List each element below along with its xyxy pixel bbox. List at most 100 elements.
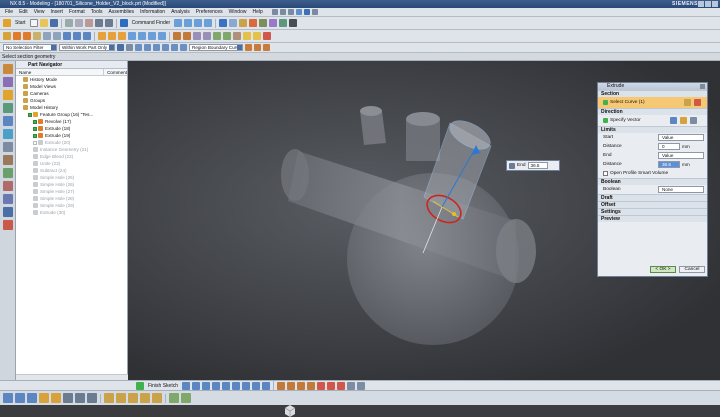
view-front-icon[interactable] [3,393,13,403]
tree-row[interactable]: Groups [16,97,127,104]
reverse-direction-icon[interactable] [690,117,697,124]
constraint-navigator-icon[interactable] [3,77,13,87]
snap-quadrant-icon[interactable] [162,44,169,51]
plane-constructor-icon[interactable] [140,393,150,403]
menu-window[interactable]: Window [226,9,250,15]
spreadsheet-icon[interactable] [181,393,191,403]
end-type-select[interactable]: Value [658,152,704,159]
shell-icon[interactable] [148,32,156,40]
top-tube-small[interactable] [360,111,386,145]
mirror-curve-icon[interactable] [297,381,306,390]
minimize-icon[interactable] [698,1,704,7]
start-distance-input[interactable]: 0 [658,143,680,150]
background-icon[interactable] [289,19,298,27]
tree-row[interactable]: Model History [16,104,127,111]
drag-handle[interactable] [452,212,456,216]
command-finder-button[interactable]: Command Finder [130,20,173,26]
extrude-icon[interactable] [13,32,21,40]
tree-row[interactable]: Simple Hole (28) [16,195,127,202]
ok-button[interactable]: < OK > [650,266,676,273]
vector-constructor-icon[interactable] [128,393,138,403]
revolve-icon[interactable] [23,32,31,40]
rectangle-icon[interactable] [232,381,241,390]
render-icon[interactable] [295,9,302,15]
follow-fillet-icon[interactable] [254,44,261,51]
finish-sketch-button[interactable]: Finish Sketch [146,383,180,389]
hole-icon[interactable] [43,32,51,40]
tree-row[interactable]: Simple Hole (25) [16,174,127,181]
trim-body-icon[interactable] [193,32,201,40]
menu-edit[interactable]: Edit [16,9,31,15]
view-bottom-icon[interactable] [75,393,85,403]
sketch-icon[interactable] [3,32,11,40]
main-tube-start-face[interactable] [281,149,309,201]
offset-face-icon[interactable] [213,32,221,40]
system-materials-icon[interactable] [3,155,13,165]
tree-row[interactable]: Instance Geometry (21) [16,146,127,153]
view-trimetric-icon[interactable] [51,393,61,403]
main-tube-end-face[interactable] [496,219,536,283]
visibility-checkbox[interactable] [33,140,37,145]
undo-icon[interactable] [94,19,103,27]
process-studio-icon[interactable] [3,168,13,178]
project-curve-icon[interactable] [307,381,316,390]
menu-help[interactable]: Help [249,9,265,15]
draft-icon[interactable] [158,32,166,40]
dialog-title-bar[interactable]: Extrude [598,83,707,90]
view-right-icon[interactable] [27,393,37,403]
menu-file[interactable]: File [2,9,16,15]
tree-row[interactable]: Feature Group (16) "Tes... [16,111,127,118]
point-constructor-icon[interactable] [116,393,126,403]
selection-filter-combo[interactable]: No Selection Filter [3,44,57,51]
thread-icon[interactable] [233,32,241,40]
select-all-icon[interactable] [117,44,124,51]
expression-icon[interactable] [169,393,179,403]
start-button[interactable]: Start [13,20,28,26]
finish-sketch-icon[interactable] [136,381,144,390]
fit-icon[interactable] [174,19,183,27]
tree-row[interactable]: Simple Hole (26) [16,181,127,188]
split-body-icon[interactable] [203,32,211,40]
settings-group-header[interactable]: Settings [598,208,707,215]
block-icon[interactable] [63,32,71,40]
input-mode-icon[interactable] [509,162,515,169]
cut-icon[interactable] [64,19,73,27]
intersect-icon[interactable] [118,32,126,40]
datum-csys-icon[interactable] [104,393,114,403]
shade-icon[interactable] [303,9,310,15]
snap-intersection-icon[interactable] [171,44,178,51]
preview-group-header[interactable]: Preview [598,215,707,222]
cancel-button[interactable]: Cancel [679,266,705,273]
dialog-close-icon[interactable] [700,84,705,89]
tree-row[interactable]: Simple Hole (29) [16,202,127,209]
view-left-icon[interactable] [87,393,97,403]
wireframe-icon[interactable] [229,19,238,27]
specify-vector-row[interactable]: Specify Vector [598,115,707,126]
section-group-header[interactable]: Section [598,90,707,97]
cylinder-icon[interactable] [73,32,81,40]
arc-icon[interactable] [202,381,211,390]
menu-insert[interactable]: Insert [47,9,66,15]
redo-icon[interactable] [104,19,113,27]
command-finder-icon[interactable] [119,19,128,27]
open-profile-row[interactable]: Open Profile Smart Volume [598,169,707,178]
circle-icon[interactable] [212,381,221,390]
layer-icon[interactable] [279,9,286,15]
sphere-icon[interactable] [83,32,91,40]
reuse-library-icon[interactable] [3,103,13,113]
subtract-icon[interactable] [108,32,116,40]
part-navigator-icon[interactable] [3,90,13,100]
offset-curve-icon[interactable] [277,381,286,390]
orient-view-icon[interactable] [239,19,248,27]
pattern-curve-icon[interactable] [287,381,296,390]
wcs-icon[interactable] [287,9,294,15]
top-tube-large-face[interactable] [406,112,440,126]
draft-group-header[interactable]: Draft [598,194,707,201]
shaded-with-edges-icon[interactable] [219,19,228,27]
top-tube-small-face[interactable] [360,106,382,116]
snap-icon[interactable] [271,9,278,15]
quick-extend-icon[interactable] [327,381,336,390]
new-file-icon[interactable] [29,19,38,27]
dynamic-input-field[interactable]: 36.5 [527,162,548,169]
boss-icon[interactable] [53,32,61,40]
